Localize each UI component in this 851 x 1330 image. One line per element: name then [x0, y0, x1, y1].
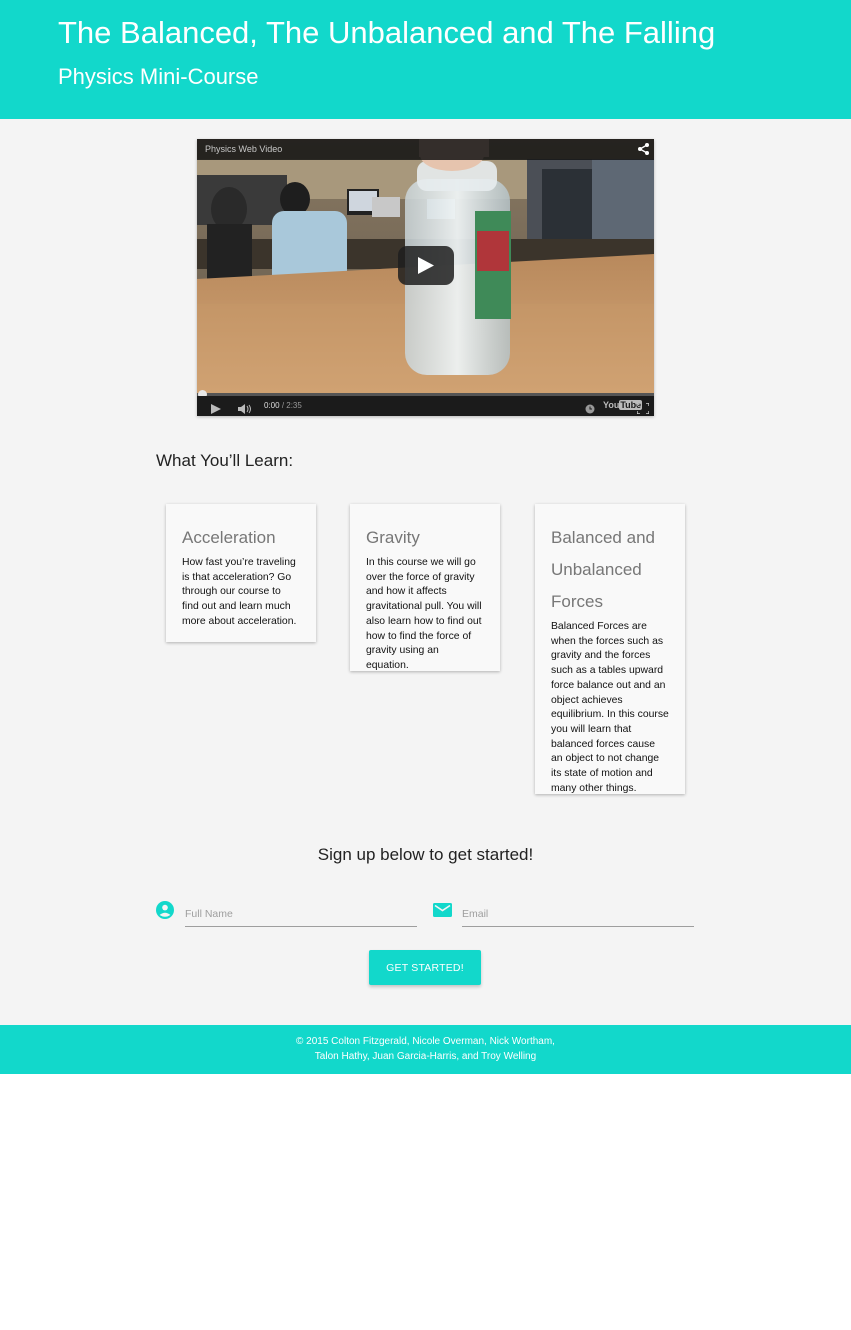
play-icon: [418, 257, 434, 274]
signup-heading: Sign up below to get started!: [317, 845, 534, 864]
page-header: The Balanced, The Unbalanced and The Fal…: [0, 0, 851, 119]
video-duration: / 2:35: [281, 401, 302, 410]
course-card-acceleration: Acceleration How fast you’re traveling i…: [166, 504, 316, 642]
fullscreen-icon[interactable]: [636, 401, 650, 416]
card-body: Balanced Forces are when the forces such…: [551, 621, 669, 794]
page-subtitle: Physics Mini-Course: [58, 64, 259, 89]
card-title: Gravity: [366, 528, 420, 547]
learn-heading: What You’ll Learn:: [156, 451, 294, 470]
video-current-time: 0:00: [264, 401, 280, 410]
video-play-button[interactable]: [398, 246, 454, 285]
share-icon[interactable]: [636, 141, 652, 157]
video-title[interactable]: Physics Web Video: [205, 144, 282, 154]
page-footer: © 2015 Colton Fitzgerald, Nicole Overman…: [0, 1025, 851, 1074]
play-icon[interactable]: [211, 401, 221, 416]
page-title: The Balanced, The Unbalanced and The Fal…: [58, 15, 716, 50]
video-title-bar: Physics Web Video: [197, 139, 654, 160]
course-card-gravity: Gravity In this course we will go over t…: [350, 504, 500, 671]
video-player[interactable]: Physics Web Video 0:00 / 2:35 YouTube: [197, 139, 654, 416]
get-started-button[interactable]: GET STARTED!: [369, 950, 481, 985]
full-name-input[interactable]: [185, 902, 417, 927]
card-body: In this course we will go over the force…: [366, 557, 482, 671]
footer-credits-line-1: © 2015 Colton Fitzgerald, Nicole Overman…: [296, 1036, 555, 1047]
card-title: Acceleration: [182, 528, 276, 547]
video-time: 0:00 / 2:35: [264, 401, 302, 410]
card-title: Balanced and Unbalanced Forces: [551, 528, 655, 611]
video-controls: 0:00 / 2:35 YouTube: [197, 396, 654, 416]
main-content: Physics Web Video 0:00 / 2:35 YouTube Wh…: [0, 119, 851, 1025]
account-circle-icon: [156, 901, 174, 924]
volume-icon[interactable]: [238, 401, 252, 416]
card-body: How fast you’re traveling is that accele…: [182, 557, 297, 627]
footer-credits-line-2: Talon Hathy, Juan Garcia-Harris, and Tro…: [314, 1051, 537, 1062]
clock-icon[interactable]: [585, 401, 595, 416]
course-card-forces: Balanced and Unbalanced Forces Balanced …: [535, 504, 685, 794]
email-icon: [433, 903, 452, 922]
email-input[interactable]: [462, 902, 694, 927]
